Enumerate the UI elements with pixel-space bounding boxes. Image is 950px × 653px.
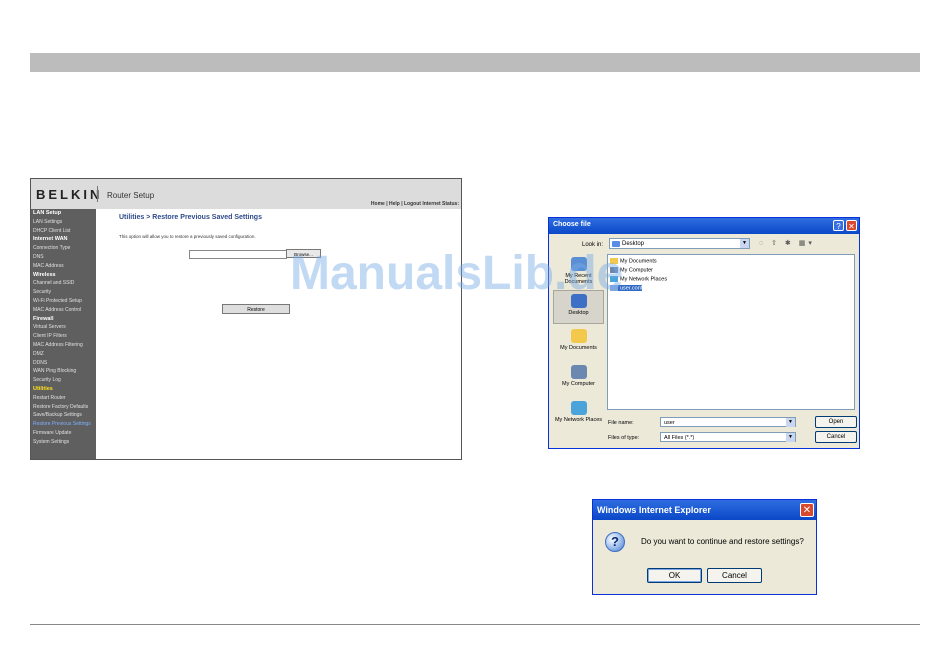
network-places-icon xyxy=(570,401,587,415)
cancel-button[interactable]: Cancel xyxy=(707,568,762,583)
my-computer-icon xyxy=(570,365,587,379)
sidebar-item[interactable]: System Settings xyxy=(31,438,96,447)
sidebar-item[interactable]: Client IP Filters xyxy=(31,332,96,341)
top-links[interactable]: Home | Help | Logout Internet Status: xyxy=(371,201,459,207)
look-in-select[interactable]: Desktop ▼ xyxy=(609,238,750,249)
sidebar-section-heading: Internet WAN xyxy=(33,236,68,243)
ie-message: Do you want to continue and restore sett… xyxy=(641,537,804,546)
place-item[interactable]: My Network Places xyxy=(553,398,604,432)
file-label: My Computer xyxy=(620,267,654,274)
sidebar-item[interactable]: Channel and SSID xyxy=(31,279,96,288)
place-item[interactable]: My Computer xyxy=(553,362,604,396)
place-label: My Documents xyxy=(560,345,597,351)
look-in-value: Desktop xyxy=(622,241,645,247)
page-description: This option will allow you to restore a … xyxy=(119,234,256,239)
file-name-value: user xyxy=(664,419,675,426)
file-label: My Network Places xyxy=(620,276,668,283)
sidebar-item[interactable]: Virtual Servers xyxy=(31,323,96,332)
sidebar-section-heading: Firewall xyxy=(33,315,54,322)
sidebar-section-heading: LAN Setup xyxy=(33,210,62,216)
close-icon[interactable]: ✕ xyxy=(846,220,857,231)
sidebar-section-heading: Utilities xyxy=(33,385,53,392)
sidebar-item[interactable]: Restart Router xyxy=(31,394,96,403)
sidebar-item[interactable]: Firmware Update xyxy=(31,429,96,438)
logo-divider xyxy=(97,186,98,202)
sidebar-item[interactable]: Restore Previous Settings xyxy=(31,420,96,429)
file-name-label: File name: xyxy=(608,420,634,426)
open-button[interactable]: Open xyxy=(815,416,857,428)
router-header: BELKIN Router Setup Home | Help | Logout… xyxy=(31,179,461,209)
ie-confirm-dialog: Windows Internet Explorer ✕ ? Do you wan… xyxy=(592,499,817,595)
ie-titlebar: Windows Internet Explorer ✕ xyxy=(593,500,816,520)
header-bar xyxy=(30,53,920,72)
sidebar-item[interactable]: Wi-Fi Protected Setup xyxy=(31,297,96,306)
sidebar-item[interactable]: Connection Type xyxy=(31,244,96,253)
restore-button[interactable]: Restore xyxy=(222,304,290,314)
router-title: Router Setup xyxy=(107,191,155,200)
sidebar-item[interactable]: Security xyxy=(31,288,96,297)
place-item[interactable]: My Documents xyxy=(553,326,604,360)
router-sidebar: LAN Setup LAN Settings DHCP Client List Int… xyxy=(31,209,96,459)
sidebar-item[interactable]: DMZ xyxy=(31,350,96,359)
page-title: Utilities > Restore Previous Saved Setti… xyxy=(119,214,262,221)
ie-dialog-title: Windows Internet Explorer xyxy=(597,505,711,515)
sidebar-item[interactable]: WAN Ping Blocking xyxy=(31,367,96,376)
sidebar-item[interactable]: DNS xyxy=(31,253,96,262)
sidebar-item[interactable]: DHCP Client List xyxy=(31,227,96,236)
file-list[interactable]: My Documents My Computer My Network Places… xyxy=(607,254,855,410)
sidebar-item[interactable]: Security Log xyxy=(31,376,96,385)
ok-button[interactable]: OK xyxy=(647,568,702,583)
sidebar-item[interactable]: MAC Address xyxy=(31,262,96,271)
cancel-button[interactable]: Cancel xyxy=(815,431,857,443)
sidebar-item[interactable]: DDNS xyxy=(31,359,96,368)
file-name-field[interactable]: user ▼ xyxy=(660,417,796,427)
sidebar-item[interactable]: MAC Address Filtering xyxy=(31,341,96,350)
place-label: Desktop xyxy=(568,310,589,316)
chevron-down-icon[interactable]: ▼ xyxy=(786,433,795,442)
my-documents-icon xyxy=(570,329,587,343)
bottom-divider xyxy=(30,624,920,625)
sidebar-item[interactable]: Save/Backup Settings xyxy=(31,411,96,420)
file-type-select[interactable]: All Files (*.*) ▼ xyxy=(660,432,796,442)
sidebar-item[interactable]: LAN Settings xyxy=(31,218,96,227)
belkin-logo: BELKIN xyxy=(36,187,103,202)
dialog-titlebar: Choose file ? ✕ xyxy=(549,218,859,234)
toolbar-icons[interactable]: ◌ ⇧ ✱ ▦▾ xyxy=(759,239,815,247)
place-label: My Network Places xyxy=(554,417,603,423)
file-type-value: All Files (*.*) xyxy=(664,434,695,441)
watermark: ManualsLib.de xyxy=(290,247,624,300)
place-label: My Computer xyxy=(561,381,595,387)
dialog-title: Choose file xyxy=(553,221,591,228)
file-type-label: Files of type: xyxy=(608,435,640,441)
file-label: My Documents xyxy=(620,258,657,265)
sidebar-item[interactable]: Restore Factory Defaults xyxy=(31,403,96,412)
close-icon[interactable]: ✕ xyxy=(800,503,814,517)
sidebar-section-heading: Wireless xyxy=(33,271,56,278)
question-icon: ? xyxy=(605,532,625,552)
chevron-down-icon[interactable]: ▼ xyxy=(786,418,795,427)
restore-file-input[interactable] xyxy=(189,250,287,259)
chevron-down-icon[interactable]: ▼ xyxy=(740,239,749,248)
sidebar-item[interactable]: MAC Address Control xyxy=(31,306,96,315)
help-icon[interactable]: ? xyxy=(833,220,844,231)
router-setup-screenshot: BELKIN Router Setup Home | Help | Logout… xyxy=(30,178,462,460)
